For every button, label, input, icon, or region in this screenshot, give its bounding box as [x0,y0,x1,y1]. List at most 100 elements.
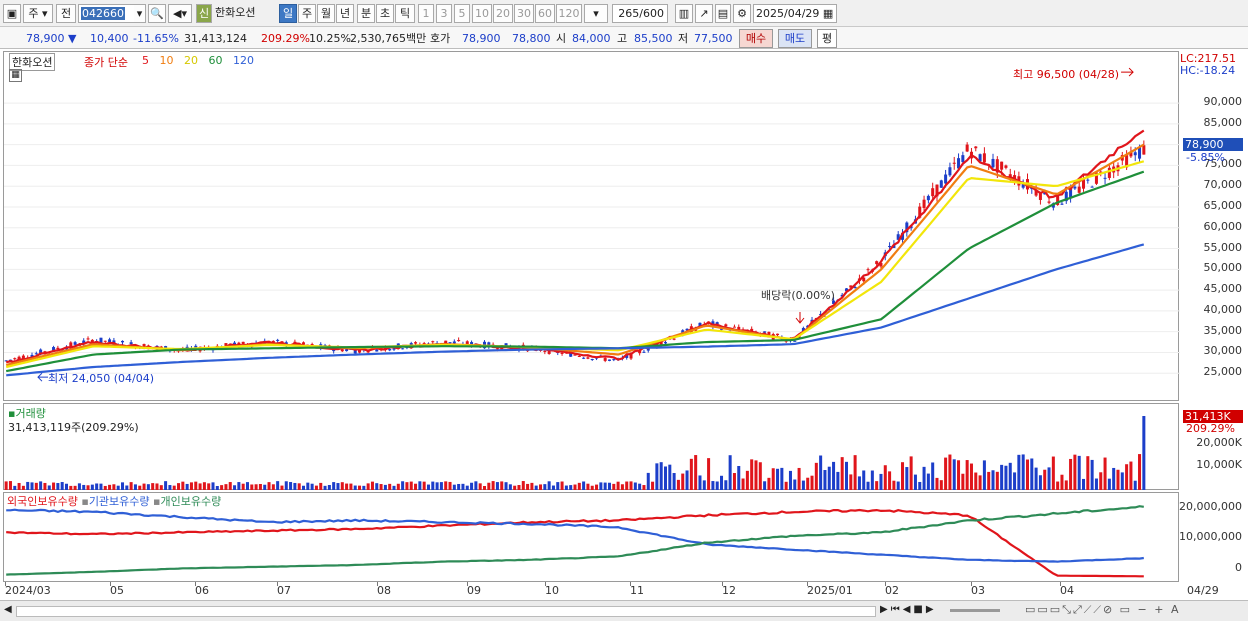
volume-bar [590,485,594,490]
minute-3[interactable]: 3 [436,4,452,23]
candle-body [1047,201,1051,203]
minute-20[interactable]: 20 [493,4,513,23]
turnover-rate: 10.25% [309,32,351,45]
gear-icon[interactable]: ⚙ [733,4,751,23]
candle-body [982,153,986,163]
bottom-scroll-bar: ◀ ▶⏮◀■▶ ▭▭▭⤡⤢⟋⟋⊘ ▭ − + A [0,600,1248,621]
volume-bar [763,481,767,490]
volume-bar [69,485,73,490]
volume-bar [1116,469,1120,490]
candle-body [86,338,90,340]
prev-button[interactable]: 전 [56,4,76,23]
window-menu-icon[interactable]: ▣ [3,4,21,23]
period-minute[interactable]: 분 [357,4,375,23]
period-tick[interactable]: 틱 [395,4,415,23]
x-axis-tick [545,582,546,586]
save-icon[interactable]: ▤ [715,4,731,23]
volume-bar [987,471,991,490]
volume-tick-10000k: 10,000K [1196,458,1242,471]
candle-body [1133,152,1137,156]
candle-body [603,358,607,361]
volume-bar [21,485,25,490]
minute-120[interactable]: 120 [556,4,582,23]
minute-10[interactable]: 10 [472,4,492,23]
period-day[interactable]: 일 [279,4,297,23]
volume-bar [306,482,310,490]
volume-bar [17,482,21,490]
horizontal-scrollbar[interactable] [16,606,876,617]
x-axis-label: 2024/03 [5,584,51,597]
volume-bar [267,482,271,490]
price-chart-canvas[interactable] [4,52,1180,402]
period-year[interactable]: 년 [336,4,354,23]
dividend-marker-arrow [795,312,805,324]
volume-bar [77,483,81,490]
volume-bar [1021,454,1025,490]
minute-5[interactable]: 5 [454,4,470,23]
sell-button[interactable]: 매도 [778,29,812,48]
volume-bar [60,482,64,490]
candle-body [543,350,547,352]
custom-period-select[interactable]: ▾ [584,4,608,23]
volume-bar [612,483,616,490]
volume-bar [52,482,56,490]
price-chart-panel[interactable]: 한화오션 종가 단순 5 10 20 60 120 ▦ 최고 96,500 (0… [3,51,1180,402]
date-input[interactable]: 2025/04/29 ▦ [753,4,837,23]
code-dropdown-icon[interactable]: ▾ [134,4,146,23]
volume-bar [383,484,387,490]
x-axis-label: 07 [277,584,291,597]
eval-button[interactable]: 평 [817,29,837,48]
x-axis-tick [195,582,196,586]
holding-chart-panel[interactable]: 외국인보유수량 ▪기관보유수량 ▪개인보유수량 [3,492,1179,582]
candle-type-icon[interactable]: ▥ [675,4,693,23]
volume-bar [694,455,698,490]
ma-legend: 5 10 20 60 120 [142,54,254,67]
search-icon[interactable]: 🔍 [148,4,166,23]
period-month[interactable]: 월 [317,4,335,23]
candle-body [301,342,306,345]
minute-30[interactable]: 30 [514,4,534,23]
period-week[interactable]: 주 [298,4,316,23]
volume-bar [806,477,810,490]
price-tick-label: 50,000 [1203,261,1243,275]
minute-1[interactable]: 1 [418,4,434,23]
market-select[interactable]: 주 ▾ [23,4,53,23]
ma-5-label: 5 [142,54,149,67]
playback-controls[interactable]: ▶⏮◀■▶ [880,604,937,615]
candle-body [103,340,107,342]
scroll-left-icon[interactable]: ◀ [4,604,12,615]
volume-bar [332,482,336,490]
volume-chart-panel[interactable]: ▪거래량 31,413,119주(209.29%) [3,403,1179,490]
ask-price: 78,900 [462,32,501,45]
volume-bar [663,466,668,490]
low-label: 저 [678,32,689,45]
volume-bar [159,485,163,490]
volume-ratio: 209.29% [261,32,310,45]
ma-10-label: 10 [159,54,174,67]
volume-chart-canvas[interactable] [4,404,1180,491]
volume-bar [620,484,624,490]
calculator-icon[interactable]: ▦ [9,69,22,82]
draw-tool-icon[interactable]: ↗ [695,4,713,23]
volume-bar [883,465,887,490]
minute-60[interactable]: 60 [535,4,555,23]
zoom-slider[interactable] [950,609,1000,612]
count-input[interactable]: 265/600 [612,4,668,23]
buy-button[interactable]: 매수 [739,29,773,48]
speaker-icon[interactable]: ◀▾ [168,4,192,23]
volume-bar [547,481,551,490]
volume-bar [875,481,879,490]
candle-body [452,341,456,344]
drawing-tools[interactable]: ▭▭▭⤡⤢⟋⟋⊘ ▭ − + A [1025,603,1181,617]
foreign-holding-label: 외국인보유수량 [7,495,78,508]
volume-bar [1125,464,1129,490]
high-marker-arrow [1121,67,1134,77]
period-second[interactable]: 초 [376,4,394,23]
candle-body [732,326,736,328]
volume-bar [405,482,409,490]
high-label: 고 [617,32,628,45]
volume-bar [896,481,900,490]
volume-bar [1077,455,1081,490]
volume-bar [189,482,193,490]
volume-bar [728,455,732,490]
